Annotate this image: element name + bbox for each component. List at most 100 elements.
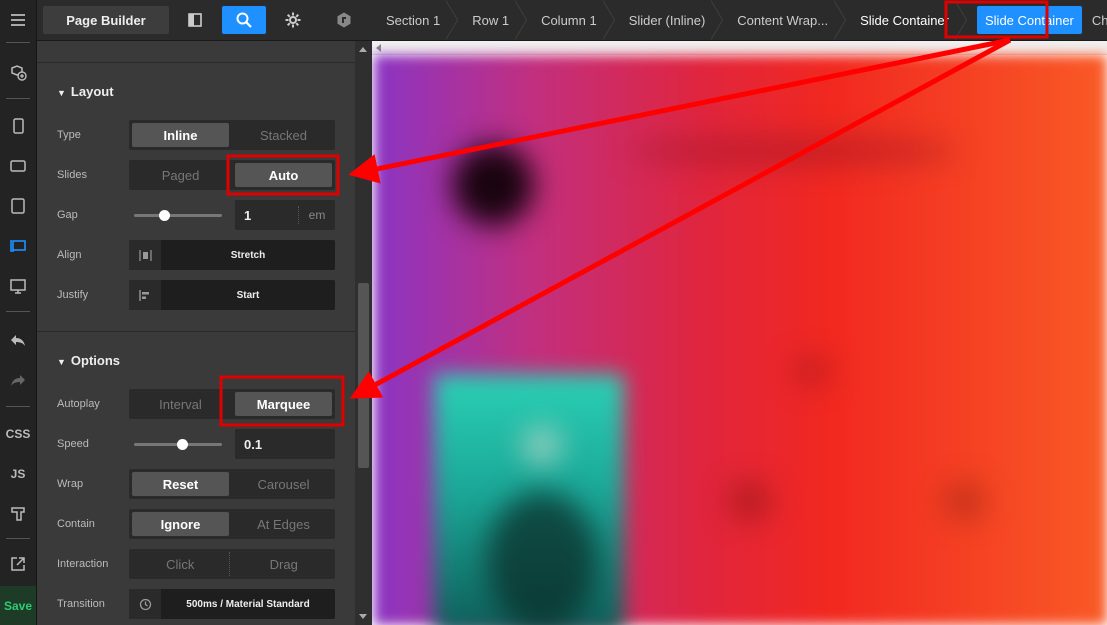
gap-slider[interactable] xyxy=(134,210,222,221)
blurred-avatar xyxy=(452,144,534,226)
desktop-view-icon[interactable] xyxy=(0,268,36,304)
scroll-up-arrow-icon[interactable] xyxy=(359,47,367,52)
breadcrumb-item-row[interactable]: Row 1 xyxy=(458,0,527,40)
page-builder-button[interactable]: Page Builder xyxy=(43,6,169,34)
redo-icon[interactable] xyxy=(0,362,36,398)
slides-option-paged[interactable]: Paged xyxy=(132,163,229,187)
properties-panel: ▼ Layout Type Inline Stacked Slides Paged… xyxy=(37,41,355,625)
breadcrumb-children[interactable]: Children xyxy=(1082,0,1107,40)
blurred-text xyxy=(792,356,832,386)
interaction-option-click[interactable]: Click xyxy=(132,552,230,576)
preview-canvas[interactable] xyxy=(372,41,1107,625)
options-section-header[interactable]: ▼ Options xyxy=(57,353,120,368)
rail-divider xyxy=(6,538,30,539)
slides-label: Slides xyxy=(57,169,87,181)
type-toggle: Inline Stacked xyxy=(129,120,335,150)
rail-divider xyxy=(6,42,30,43)
gear-icon[interactable] xyxy=(271,6,315,34)
contain-option-ignore[interactable]: Ignore xyxy=(132,512,229,536)
rail-divider xyxy=(6,406,30,407)
justify-select[interactable]: Start xyxy=(129,280,335,310)
type-option-stacked[interactable]: Stacked xyxy=(235,123,332,147)
type-label: Type xyxy=(57,129,81,141)
justify-label: Justify xyxy=(57,289,89,301)
align-stretch-icon xyxy=(129,240,161,270)
wrap-option-reset[interactable]: Reset xyxy=(132,472,229,496)
undo-icon[interactable] xyxy=(0,322,36,358)
css-button[interactable]: CSS xyxy=(0,416,36,452)
transition-label: Transition xyxy=(57,598,105,610)
breadcrumb: Section 1 Row 1 Column 1 Slider (Inline)… xyxy=(372,0,1107,41)
transition-clock-icon xyxy=(129,589,161,619)
wrap-toggle: Reset Carousel xyxy=(129,469,335,499)
menu-icon[interactable] xyxy=(0,2,36,38)
gap-slider-knob[interactable] xyxy=(159,210,171,221)
external-link-icon[interactable] xyxy=(0,546,36,582)
section-divider xyxy=(37,62,355,63)
panel-scrollbar[interactable] xyxy=(355,41,372,625)
collapse-triangle-icon: ▼ xyxy=(57,88,66,98)
layout-heading: Layout xyxy=(70,84,114,99)
scroll-down-arrow-icon[interactable] xyxy=(359,614,367,619)
speed-value[interactable]: 0.1 xyxy=(235,437,335,452)
slides-option-auto[interactable]: Auto xyxy=(235,163,332,187)
phone-landscape-view-icon[interactable] xyxy=(0,148,36,184)
type-option-inline[interactable]: Inline xyxy=(132,123,229,147)
rail-divider xyxy=(6,311,30,312)
speed-label: Speed xyxy=(57,438,89,450)
blurred-figure-head xyxy=(522,426,562,466)
transition-select[interactable]: 500ms / Material Standard xyxy=(129,589,335,619)
js-button[interactable]: JS xyxy=(0,456,36,492)
breadcrumb-item-slider[interactable]: Slider (Inline) xyxy=(615,0,724,40)
interaction-option-drag[interactable]: Drag xyxy=(236,552,333,576)
section-divider xyxy=(37,331,355,332)
autoplay-option-interval[interactable]: Interval xyxy=(132,392,229,416)
gap-unit[interactable]: em xyxy=(298,206,335,224)
wrap-label: Wrap xyxy=(57,478,84,490)
slides-toggle: Paged Auto xyxy=(129,160,335,190)
gap-label: Gap xyxy=(57,209,78,221)
wrap-option-carousel[interactable]: Carousel xyxy=(235,472,332,496)
collapse-triangle-icon: ▼ xyxy=(57,357,66,367)
save-button[interactable]: Save xyxy=(0,586,36,625)
breadcrumb-item-column[interactable]: Column 1 xyxy=(527,0,615,40)
left-icon-rail: CSS JS Save xyxy=(0,0,37,625)
layout-section-header[interactable]: ▼ Layout xyxy=(57,84,114,99)
options-heading: Options xyxy=(70,353,121,368)
contain-label: Contain xyxy=(57,518,95,530)
justify-value: Start xyxy=(236,289,260,301)
search-icon[interactable] xyxy=(222,6,266,34)
autoplay-option-marquee[interactable]: Marquee xyxy=(235,392,332,416)
align-value: Stretch xyxy=(230,249,266,261)
breadcrumb-item-section[interactable]: Section 1 xyxy=(372,0,459,40)
speed-field[interactable]: 0.1 xyxy=(235,429,335,459)
scroll-left-arrow-icon[interactable] xyxy=(376,44,381,52)
interaction-label: Interaction xyxy=(57,558,109,570)
contain-toggle: Ignore At Edges xyxy=(129,509,335,539)
align-select[interactable]: Stretch xyxy=(129,240,335,270)
transition-value: 500ms / Material Standard xyxy=(186,598,310,610)
breadcrumb-active-element[interactable]: Slide Container xyxy=(977,6,1082,34)
scrollbar-thumb[interactable] xyxy=(358,283,369,468)
align-label: Align xyxy=(57,249,82,261)
contain-option-at-edges[interactable]: At Edges xyxy=(235,512,332,536)
breadcrumb-item-slide-container[interactable]: Slide Container xyxy=(846,0,967,40)
autoplay-label: Autoplay xyxy=(57,398,100,410)
tablet-view-icon[interactable] xyxy=(0,188,36,224)
cornerstone-logo-icon[interactable] xyxy=(322,6,366,34)
breadcrumb-item-content-wrap[interactable]: Content Wrap... xyxy=(723,0,846,40)
gap-value[interactable]: 1 xyxy=(235,208,298,223)
phone-view-icon[interactable] xyxy=(0,108,36,144)
gap-field[interactable]: 1 em xyxy=(235,200,335,230)
autoplay-toggle: Interval Marquee xyxy=(129,389,335,419)
laptop-view-icon[interactable] xyxy=(0,228,36,264)
rail-divider xyxy=(6,98,30,99)
speed-slider[interactable] xyxy=(134,439,222,450)
canvas-horizontal-scrollbar[interactable] xyxy=(372,41,1107,55)
blurred-figure-body xyxy=(487,491,597,625)
add-element-icon[interactable] xyxy=(0,54,36,90)
panel-toggle-icon[interactable] xyxy=(173,6,217,34)
fonts-icon[interactable] xyxy=(0,496,36,532)
speed-slider-knob[interactable] xyxy=(176,439,188,450)
js-label: JS xyxy=(10,467,26,481)
